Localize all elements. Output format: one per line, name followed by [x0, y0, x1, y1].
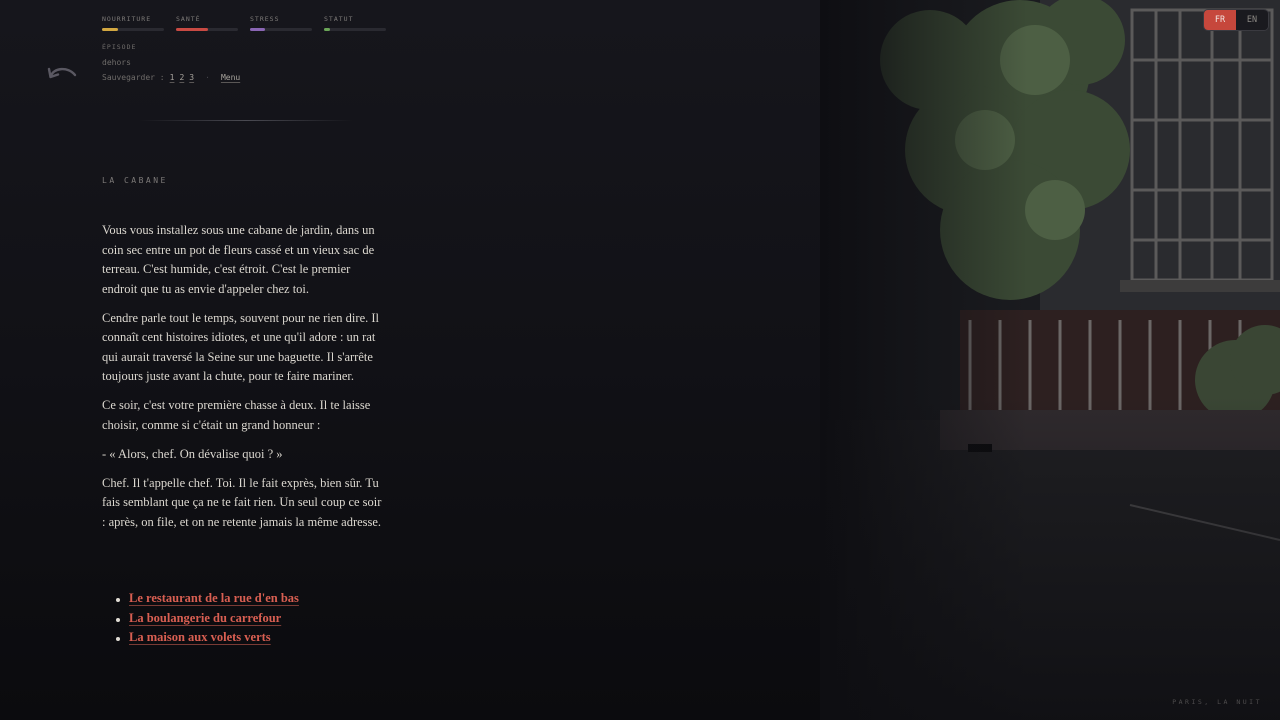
stat-label: SANTÉ — [176, 15, 201, 23]
stat-label: NOURRITURE — [102, 15, 152, 23]
lang-fr-button[interactable]: FR — [1204, 10, 1236, 30]
story-paragraph: Cendre parle tout le temps, souvent pour… — [102, 310, 380, 384]
divider — [140, 120, 352, 121]
choice-link[interactable]: Le restaurant de la rue d'en bas — [129, 591, 299, 605]
stats-bar: NOURRITURE SANTÉ STRESS STATUT — [102, 15, 386, 31]
stat-track — [250, 28, 312, 31]
stat-fill — [102, 28, 118, 31]
separator: · — [205, 73, 210, 82]
save-slot-3[interactable]: 3 — [189, 73, 194, 82]
chapter-title: LA CABANE — [102, 176, 168, 185]
story-paragraph: Chef. Il t'appelle chef. Toi. Il le fait… — [102, 475, 382, 529]
choice-link[interactable]: La boulangerie du carrefour — [129, 611, 281, 625]
language-switch: FR EN — [1203, 9, 1269, 31]
stat-stress: STRESS — [250, 15, 312, 31]
stat-fill — [176, 28, 209, 31]
choice-item: La maison aux volets verts — [114, 630, 299, 650]
save-label: Sauvegarder : — [102, 73, 165, 82]
stat-track — [176, 28, 238, 31]
story-panel: NOURRITURE SANTÉ STRESS STATUT ÉPISODE d… — [0, 0, 820, 720]
menu-link[interactable]: Menu — [221, 73, 240, 82]
story-paragraph: - « Alors, chef. On dévalise quoi ? » — [102, 446, 283, 461]
save-row: Sauvegarder : 1 2 3 · Menu — [102, 73, 240, 82]
stat-track — [102, 28, 164, 31]
footer-caption: PARIS, LA NUIT — [1172, 698, 1262, 706]
stat-fill — [250, 28, 265, 31]
stat-sante: SANTÉ — [176, 15, 238, 31]
story-paragraph: Ce soir, c'est votre première chasse à d… — [102, 398, 371, 432]
scene-illustration — [820, 0, 1280, 720]
lang-en-button[interactable]: EN — [1236, 10, 1268, 30]
stat-fill — [324, 28, 331, 31]
story-text: Vous vous installez sous une cabane de j… — [102, 221, 387, 542]
stat-statut: STATUT — [324, 15, 386, 31]
choice-item: Le restaurant de la rue d'en bas — [114, 591, 299, 611]
choice-list: Le restaurant de la rue d'en bas La boul… — [114, 591, 299, 650]
stat-nourriture: NOURRITURE — [102, 15, 164, 31]
choice-item: La boulangerie du carrefour — [114, 611, 299, 631]
save-slot-2[interactable]: 2 — [179, 73, 184, 82]
undo-icon[interactable] — [44, 62, 80, 86]
choice-link[interactable]: La maison aux volets verts — [129, 630, 271, 644]
episode-label: ÉPISODE — [102, 43, 137, 51]
story-paragraph: Vous vous installez sous une cabane de j… — [102, 223, 375, 296]
save-slot-1[interactable]: 1 — [170, 73, 175, 82]
stat-label: STATUT — [324, 15, 354, 23]
episode-value: dehors — [102, 58, 131, 67]
stat-label: STRESS — [250, 15, 280, 23]
stat-track — [324, 28, 386, 31]
